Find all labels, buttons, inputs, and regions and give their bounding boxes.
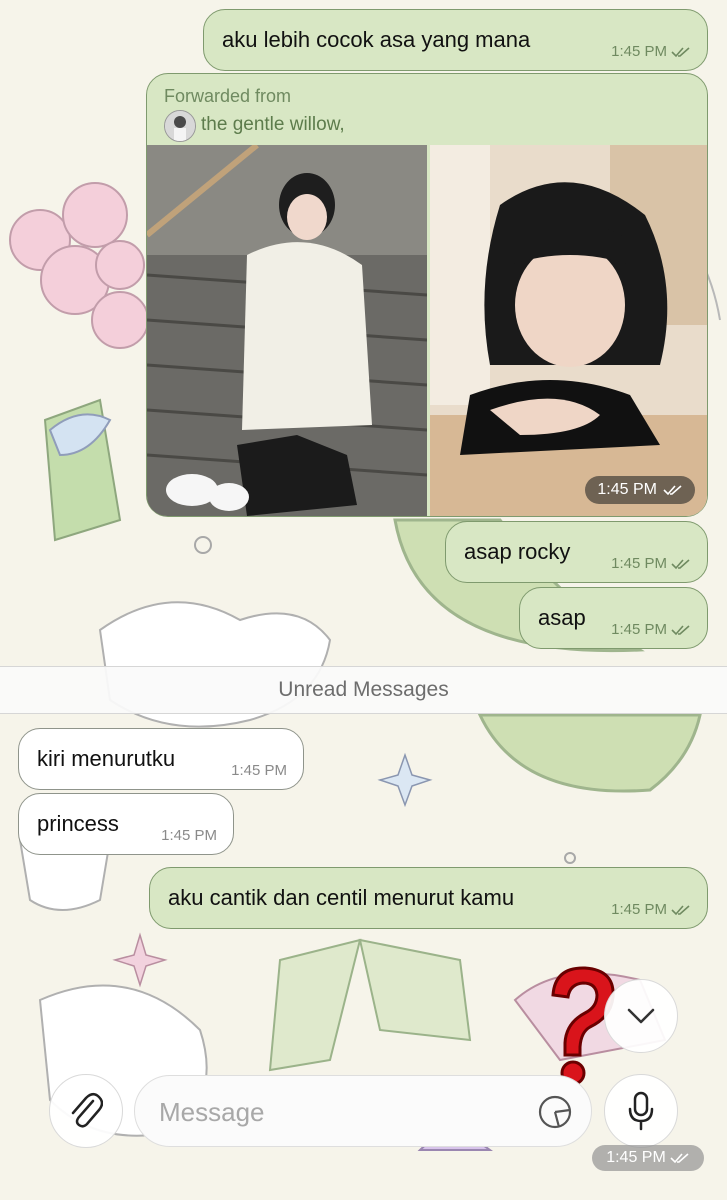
unread-messages-divider: Unread Messages <box>0 666 727 714</box>
message-composer <box>134 1075 592 1147</box>
paperclip-icon <box>71 1093 103 1128</box>
forwarded-photo-message[interactable]: Forwarded from the gentle willow, 1:45 P… <box>146 73 708 517</box>
chevron-down-icon <box>627 1008 655 1024</box>
message-bubble-outgoing[interactable]: asap rocky 1:45 PM <box>445 521 708 583</box>
message-meta: 1:45 PM <box>611 621 691 638</box>
message-time: 1:45 PM <box>611 621 667 638</box>
message-bubble-outgoing[interactable]: asap 1:45 PM <box>519 587 708 649</box>
forwarded-avatar[interactable] <box>164 110 196 142</box>
double-check-icon <box>663 485 682 496</box>
voice-message-button[interactable] <box>604 1074 678 1148</box>
double-check-icon <box>670 1153 689 1164</box>
message-meta: 1:45 PM <box>611 901 691 918</box>
message-text: asap rocky <box>464 539 571 564</box>
message-bubble-incoming[interactable]: princess 1:45 PM <box>18 793 234 855</box>
message-meta: 1:45 PM <box>611 555 691 572</box>
message-bubble-incoming[interactable]: kiri menurutku 1:45 PM <box>18 728 304 790</box>
photo-left[interactable] <box>147 145 427 516</box>
message-text: princess <box>37 811 119 836</box>
message-bubble-outgoing[interactable]: aku cantik dan centil menurut kamu 1:45 … <box>149 867 708 929</box>
microphone-icon <box>628 1091 654 1131</box>
scroll-down-button[interactable] <box>604 979 678 1053</box>
forwarded-from-label: Forwarded from <box>164 86 292 106</box>
message-time: 1:45 PM <box>611 901 667 918</box>
message-time: 1:45 PM <box>231 762 287 779</box>
double-check-icon <box>671 624 690 635</box>
message-time: 1:45 PM <box>597 481 657 498</box>
sticker-icon[interactable] <box>537 1094 573 1130</box>
photo-timestamp: 1:45 PM <box>585 476 695 504</box>
message-input[interactable] <box>157 1090 531 1134</box>
photo-right[interactable]: 1:45 PM <box>430 145 707 516</box>
message-text: kiri menurutku <box>37 746 176 771</box>
message-text: asap <box>538 605 586 630</box>
message-time: 1:45 PM <box>161 827 217 844</box>
attach-button[interactable] <box>49 1074 123 1148</box>
message-time: 1:45 PM <box>611 43 667 60</box>
message-text: aku cantik dan centil menurut kamu <box>168 885 515 910</box>
message-time: 1:45 PM <box>606 1149 666 1166</box>
message-time: 1:45 PM <box>611 555 667 572</box>
message-bubble-outgoing[interactable]: aku lebih cocok asa yang mana 1:45 PM <box>203 9 708 71</box>
double-check-icon <box>671 904 690 915</box>
overlay-timestamp: 1:45 PM <box>592 1145 704 1171</box>
message-meta: 1:45 PM <box>611 43 691 60</box>
unread-messages-label: Unread Messages <box>278 678 449 701</box>
forwarded-from-name[interactable]: the gentle willow, <box>201 114 345 136</box>
double-check-icon <box>671 558 690 569</box>
message-text: aku lebih cocok asa yang mana <box>222 27 531 52</box>
double-check-icon <box>671 46 690 57</box>
